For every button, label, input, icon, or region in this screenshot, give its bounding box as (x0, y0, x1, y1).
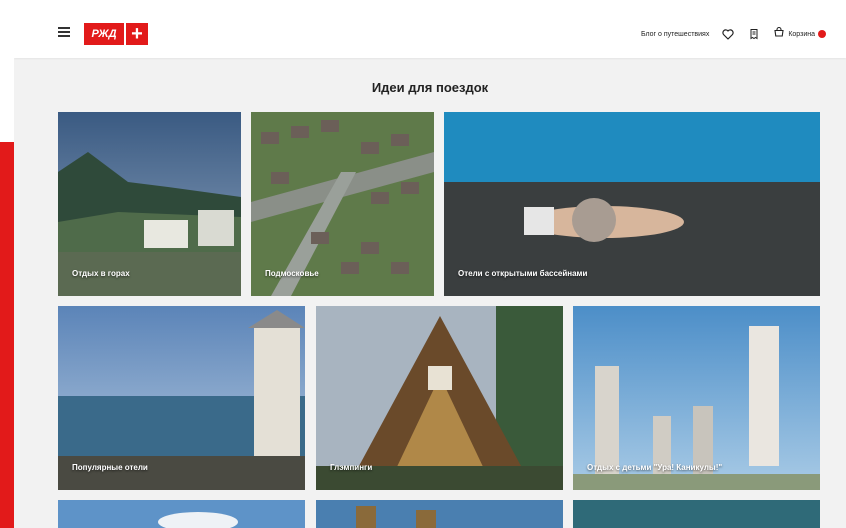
header: РЖД + Блог о путешествиях Корзина (14, 6, 846, 58)
cart-label: Корзина (788, 30, 815, 38)
cart-badge (818, 30, 826, 38)
card-label: Популярные отели (72, 463, 148, 472)
logo-plus: + (126, 23, 148, 45)
card-outdoor-pools[interactable]: Отели с открытыми бассейнами (444, 112, 820, 296)
card-partial-3[interactable] (573, 500, 820, 528)
card-kids-holidays[interactable]: Отдых с детьми "Ура! Каникулы!" (573, 306, 820, 490)
logo[interactable]: РЖД + (84, 23, 148, 45)
card-label: Отели с открытыми бассейнами (458, 269, 588, 278)
card-label: Подмосковье (265, 269, 319, 278)
page-screen: РЖД + Блог о путешествиях Корзина Идеи д… (14, 6, 846, 528)
card-partial-2[interactable] (316, 500, 563, 528)
page-title: Идеи для поездок (371, 80, 489, 95)
card-glamping[interactable]: Глэмпинги (316, 306, 563, 490)
card-moscow-region[interactable]: Подмосковье (251, 112, 434, 296)
card-label: Отдых с детьми "Ура! Каникулы!" (587, 463, 723, 472)
blog-link[interactable]: Блог о путешествиях (641, 31, 709, 38)
header-nav: Блог о путешествиях Корзина (641, 25, 826, 43)
card-mountains[interactable]: Отдых в горах (58, 112, 241, 296)
cart-button[interactable]: Корзина (773, 25, 826, 43)
bookings-icon[interactable] (747, 27, 761, 41)
logo-text: РЖД (84, 23, 124, 45)
card-partial-1[interactable] (58, 500, 305, 528)
card-popular-hotels[interactable]: Популярные отели (58, 306, 305, 490)
card-label: Глэмпинги (330, 463, 373, 472)
heart-icon[interactable] (721, 27, 735, 41)
card-label: Отдых в горах (72, 269, 130, 278)
menu-icon[interactable] (58, 27, 70, 37)
cart-icon (773, 25, 785, 43)
